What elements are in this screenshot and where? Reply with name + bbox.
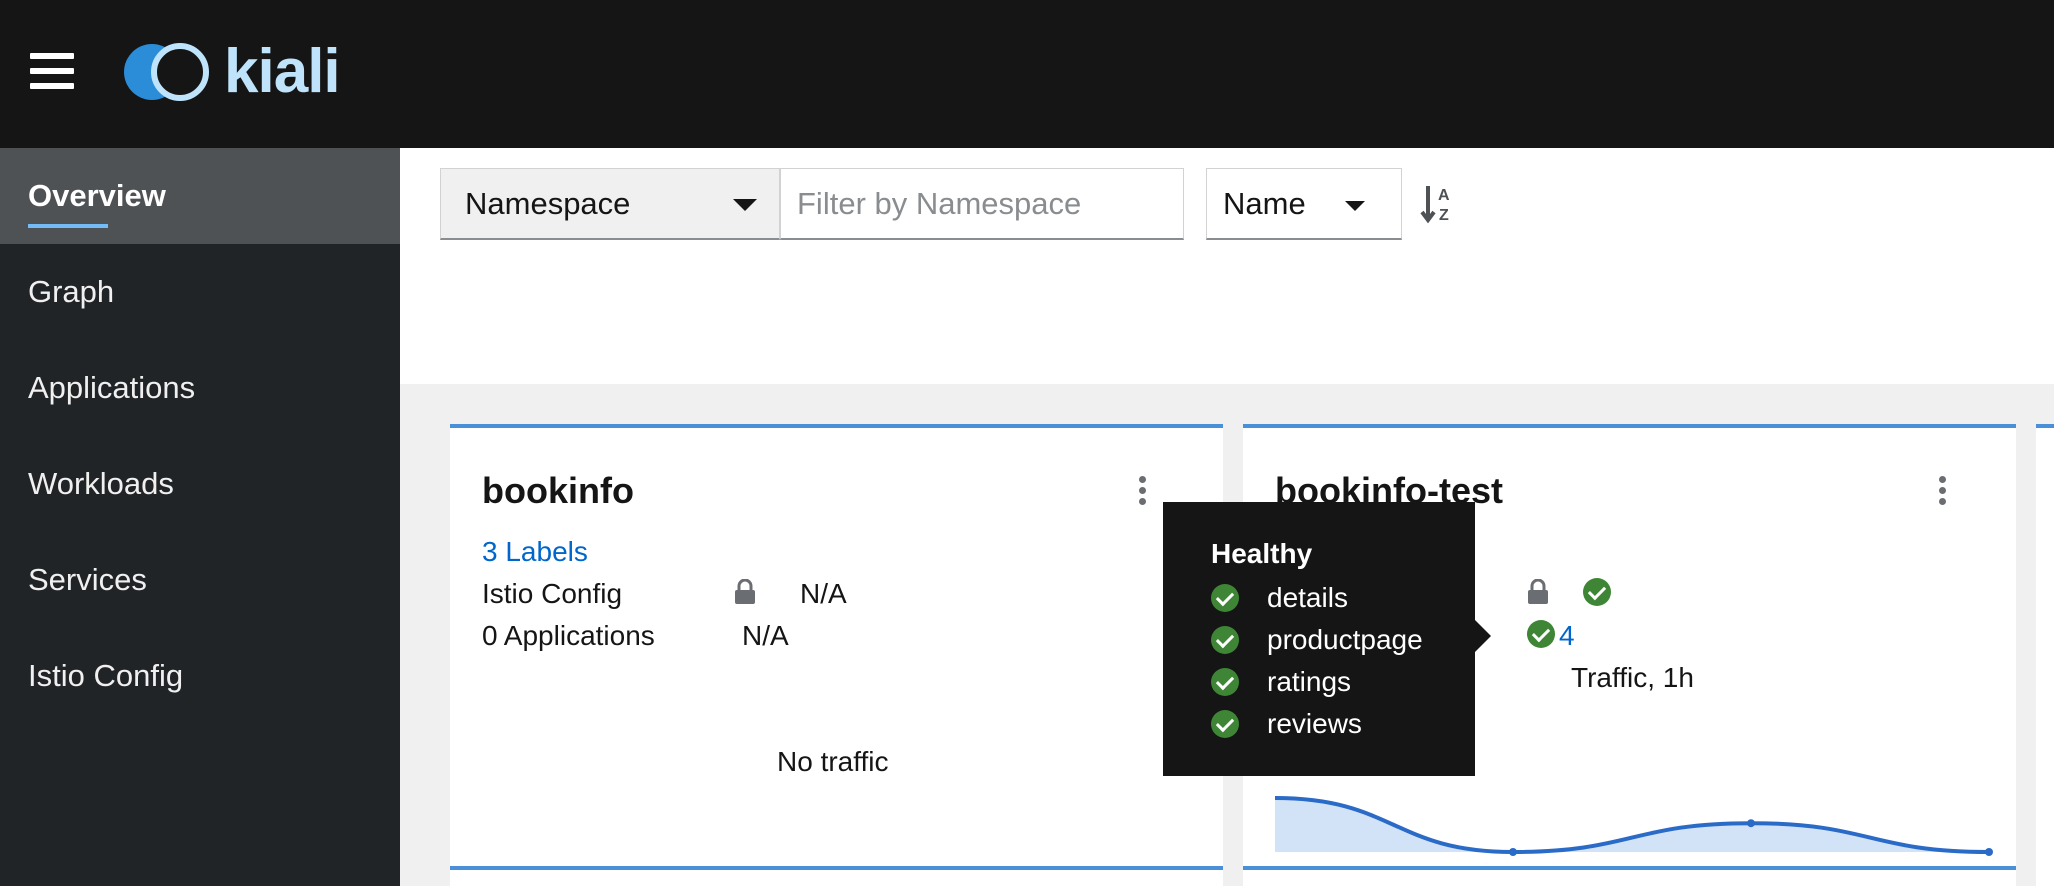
tooltip-title: Healthy xyxy=(1211,538,1313,569)
tooltip-item: ratings xyxy=(1211,666,1351,698)
traffic-label: Traffic, 1h xyxy=(1571,662,1694,693)
sidebar-item-workloads[interactable]: Workloads xyxy=(0,436,400,532)
applications-count: 0 Applications xyxy=(482,620,655,651)
sidebar-nav: Overview Graph Applications Workloads Se… xyxy=(0,148,400,886)
healthy-check-icon xyxy=(1211,584,1239,612)
caret-down-icon xyxy=(1345,201,1365,211)
namespace-filter-input[interactable] xyxy=(780,168,1184,240)
sort-field-label: Name xyxy=(1223,185,1306,221)
filter-toolbar: Namespace Name A Z xyxy=(400,148,2054,384)
tooltip-item-label: details xyxy=(1267,582,1348,613)
healthy-check-icon[interactable] xyxy=(1527,620,1555,648)
istio-config-label: Istio Config xyxy=(482,578,623,609)
caret-down-icon xyxy=(733,199,757,211)
tooltip-item: reviews xyxy=(1211,708,1362,740)
sidebar-item-overview[interactable]: Overview xyxy=(0,148,400,244)
labels-link[interactable]: 3 Labels xyxy=(482,536,588,568)
kiali-logo-icon xyxy=(124,43,209,101)
svg-text:Z: Z xyxy=(1439,207,1449,224)
kiali-logo[interactable]: kiali xyxy=(122,37,341,106)
istio-config-value: N/A xyxy=(800,578,847,609)
namespace-card-bookinfo: bookinfo 3 Labels Istio Config N/A 0 App… xyxy=(450,424,1223,886)
namespace-card-partial xyxy=(2036,424,2054,886)
sparkline-point xyxy=(1985,848,1993,856)
filter-type-label: Namespace xyxy=(465,185,631,221)
sidebar-item-applications[interactable]: Applications xyxy=(0,340,400,436)
card-title[interactable]: bookinfo xyxy=(482,470,634,512)
tooltip-item-label: ratings xyxy=(1267,666,1352,697)
card-divider xyxy=(1243,866,2016,886)
health-tooltip: Healthy details productpage ratings revi… xyxy=(1163,502,1491,776)
card-divider xyxy=(450,866,1223,886)
sparkline-point xyxy=(1747,819,1755,828)
kebab-menu-icon[interactable] xyxy=(1136,476,1148,510)
sort-field-dropdown[interactable]: Name xyxy=(1206,168,1402,240)
kebab-menu-icon[interactable] xyxy=(1936,476,1948,510)
filter-type-dropdown[interactable]: Namespace xyxy=(440,168,780,240)
tooltip-item-label: reviews xyxy=(1267,708,1362,739)
lock-icon xyxy=(1528,579,1548,604)
svg-text:A: A xyxy=(1438,187,1450,204)
applications-value: N/A xyxy=(742,620,789,651)
sidebar-item-istio-config[interactable]: Istio Config xyxy=(0,628,400,724)
tooltip-item-label: productpage xyxy=(1267,624,1423,655)
hamburger-menu-icon[interactable] xyxy=(30,53,74,93)
tooltip-item: productpage xyxy=(1211,624,1423,656)
lock-icon xyxy=(735,579,755,604)
healthy-check-icon xyxy=(1211,710,1239,738)
tooltip-item: details xyxy=(1211,582,1348,614)
logo-text: kiali xyxy=(224,37,341,106)
sparkline-area xyxy=(1275,798,1989,852)
healthy-check-icon xyxy=(1583,578,1611,606)
sidebar-item-graph[interactable]: Graph xyxy=(0,244,400,340)
no-traffic-text: No traffic xyxy=(777,746,889,777)
sparkline-point xyxy=(1509,848,1517,856)
applications-count-link[interactable]: 4 xyxy=(1559,620,1575,652)
masthead: kiali xyxy=(0,0,2054,148)
healthy-check-icon xyxy=(1211,626,1239,654)
sort-alpha-asc-icon[interactable]: A Z xyxy=(1420,182,1460,224)
sidebar-item-services[interactable]: Services xyxy=(0,532,400,628)
healthy-check-icon xyxy=(1211,668,1239,696)
